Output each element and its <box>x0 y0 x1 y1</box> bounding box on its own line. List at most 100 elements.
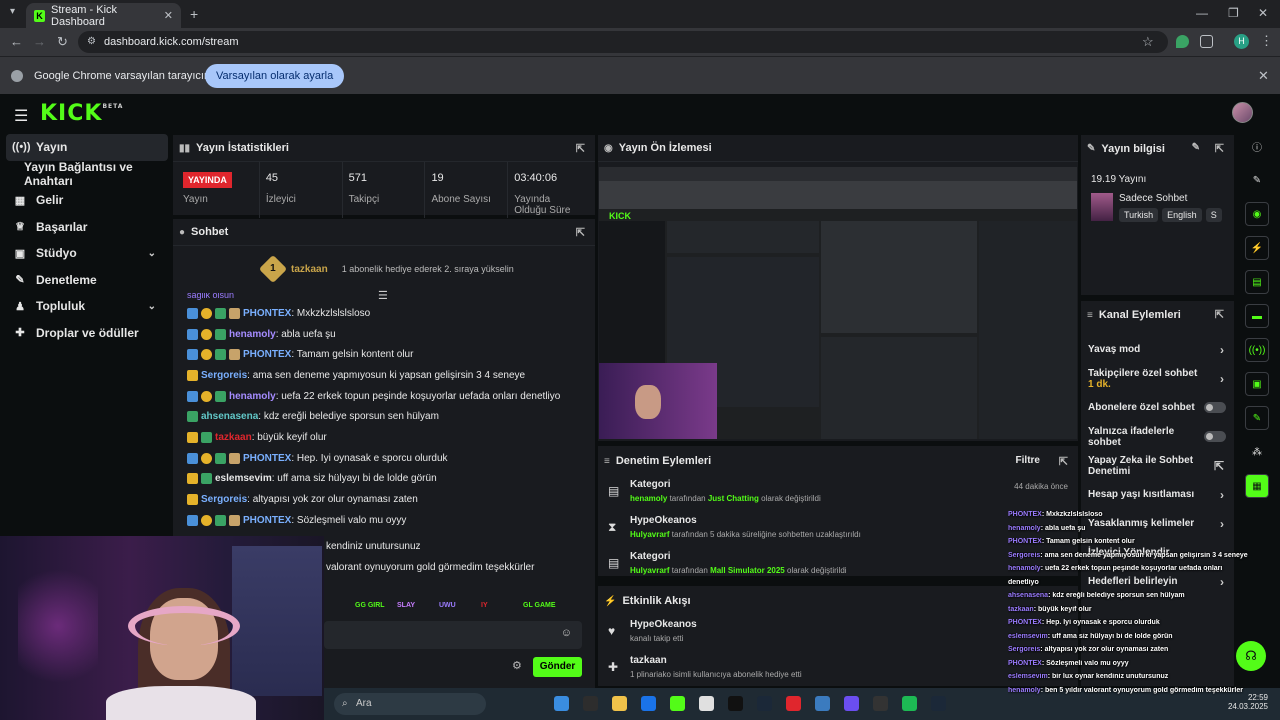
channel-action[interactable]: Takipçilere özel sohbet 1 dk. › <box>1081 364 1234 393</box>
close-infobar-icon[interactable]: ✕ <box>1258 68 1269 84</box>
chat-username[interactable]: henamoly <box>229 329 276 340</box>
new-tab-button[interactable]: + <box>190 6 198 22</box>
popout-icon[interactable]: ⇱ <box>576 226 585 239</box>
sidebar-item[interactable]: ♟ Topluluk ⌄ <box>0 293 170 320</box>
taskbar-app-icon[interactable] <box>902 696 917 711</box>
chevron-down-icon[interactable]: ⌄ <box>148 301 156 312</box>
shield-extension-icon[interactable] <box>1176 35 1189 48</box>
sidebar-item[interactable]: ▣ Stüdyo ⌄ <box>0 240 170 267</box>
apps-icon[interactable]: ⁂ <box>1245 440 1269 464</box>
popout-icon[interactable]: ⇱ <box>576 142 585 155</box>
taskbar-app-icon[interactable] <box>757 696 772 711</box>
channel-action[interactable]: Yapay Zeka ile Sohbet Denetimi ⇱ <box>1081 451 1234 480</box>
chat-username[interactable]: tazkaan <box>215 432 252 443</box>
site-info-icon[interactable]: ⚙ <box>87 31 96 53</box>
chevron-right-icon[interactable]: › <box>1220 372 1224 386</box>
taskbar-app-icon[interactable] <box>931 696 946 711</box>
pencil-icon[interactable]: ✎ <box>1245 168 1269 192</box>
collapse-icon[interactable]: ☰ <box>378 289 388 302</box>
emote-icon[interactable]: SLAY <box>397 602 415 609</box>
send-button[interactable]: Gönder <box>533 657 582 677</box>
tab-search-icon[interactable]: ▾ <box>10 6 15 17</box>
taskbar-app-icon[interactable] <box>612 696 627 711</box>
wrench-toggle-icon[interactable]: ✎ <box>1245 406 1269 430</box>
sidebar-item[interactable]: ✎ Denetleme <box>0 267 170 294</box>
popout-icon[interactable]: ⇱ <box>1215 308 1224 321</box>
emote-icon[interactable]: GL GAME <box>523 602 556 609</box>
sidebar-item[interactable]: Yayın Bağlantısı ve Anahtarı <box>0 160 170 188</box>
event-actor[interactable]: Hulyavrarf <box>630 530 670 539</box>
sidebar-item[interactable]: ▦ Gelir <box>0 187 170 214</box>
extensions-icon[interactable] <box>1200 35 1213 48</box>
preview-toggle-icon[interactable]: ◉ <box>1245 202 1269 226</box>
emote-icon[interactable]: GG GIRL <box>355 602 385 609</box>
bolt-toggle-icon[interactable]: ⚡ <box>1245 236 1269 260</box>
save-toggle-icon[interactable]: ▣ <box>1245 372 1269 396</box>
info-icon[interactable]: ⓘ <box>1245 134 1269 158</box>
taskbar-app-icon[interactable] <box>670 696 685 711</box>
chat-username[interactable]: Sergoreis <box>201 494 247 505</box>
user-avatar[interactable] <box>1232 102 1253 123</box>
popout-icon[interactable]: ⇱ <box>1059 455 1068 468</box>
chat-username[interactable]: ahsenasena <box>201 411 258 422</box>
emoji-icon[interactable]: ☺ <box>561 627 572 639</box>
stream-tag[interactable]: S <box>1205 208 1222 222</box>
event-actor[interactable]: henamoly <box>630 494 667 503</box>
chevron-right-icon[interactable]: › <box>1220 343 1224 357</box>
chat-settings-icon[interactable]: ⚙ <box>512 659 522 672</box>
stream-preview-video[interactable]: KICK <box>599 167 1077 439</box>
minimize-icon[interactable]: — <box>1196 6 1208 20</box>
notes-toggle-icon[interactable]: ▤ <box>1245 270 1269 294</box>
broadcast-toggle-icon[interactable]: ((•)) <box>1245 338 1269 362</box>
taskbar-app-icon[interactable] <box>844 696 859 711</box>
sidebar-item[interactable]: ✚ Droplar ve ödüller <box>0 320 170 347</box>
channel-action[interactable]: Hesap yaşı kısıtlaması › <box>1081 480 1234 509</box>
taskbar-app-icon[interactable] <box>815 696 830 711</box>
layout-icon[interactable]: ▦ <box>1245 474 1269 498</box>
taskbar-app-icon[interactable] <box>699 696 714 711</box>
category-name[interactable]: Sadece Sohbet <box>1119 193 1187 204</box>
hamburger-menu-icon[interactable]: ☰ <box>14 106 28 126</box>
reload-icon[interactable]: ↻ <box>57 34 68 50</box>
emote-icon[interactable]: UWU <box>439 602 456 609</box>
chevron-right-icon[interactable]: › <box>1220 488 1224 502</box>
filter-button[interactable]: Filtre <box>1016 455 1040 466</box>
close-tab-icon[interactable]: ✕ <box>164 9 173 22</box>
chat-username[interactable]: PHONTEX <box>243 308 291 319</box>
set-default-button[interactable]: Varsayılan olarak ayarla <box>205 64 345 88</box>
chat-username[interactable]: PHONTEX <box>243 515 291 526</box>
channel-action[interactable]: Yavaş mod › <box>1081 335 1234 364</box>
toggle-switch[interactable] <box>1204 431 1226 442</box>
kick-logo[interactable]: KICKBETA <box>40 101 123 126</box>
sidebar-item[interactable]: ♕ Başarılar <box>0 214 170 241</box>
event-actor[interactable]: Hulyavrarf <box>630 566 670 575</box>
back-icon[interactable]: ← <box>10 34 23 49</box>
category-thumbnail[interactable] <box>1091 193 1113 221</box>
stream-tag[interactable]: English <box>1162 208 1202 222</box>
close-window-icon[interactable]: ✕ <box>1258 6 1268 20</box>
toggle-switch[interactable] <box>1204 402 1226 413</box>
sidebar-item[interactable]: ((•)) Yayın <box>6 134 168 161</box>
taskbar-search[interactable]: ⌕ Ara <box>334 693 486 715</box>
taskbar-app-icon[interactable] <box>728 696 743 711</box>
edit-icon[interactable]: ✎ <box>1192 142 1200 153</box>
url-bar[interactable]: ⚙ dashboard.kick.com/stream <box>78 31 1168 53</box>
taskbar-app-icon[interactable] <box>554 696 569 711</box>
forward-icon[interactable]: → <box>33 34 46 49</box>
chat-username[interactable]: henamoly <box>229 391 276 402</box>
stream-tag[interactable]: Turkish <box>1119 208 1159 222</box>
emote-icon[interactable]: IY <box>481 602 488 609</box>
taskbar-app-icon[interactable] <box>641 696 656 711</box>
chat-username[interactable]: PHONTEX <box>243 349 291 360</box>
chat-username[interactable]: eslemsevim <box>215 473 272 484</box>
chat-input[interactable]: ☺ <box>324 621 582 649</box>
taskbar-app-icon[interactable] <box>583 696 598 711</box>
bookmark-star-icon[interactable]: ☆ <box>1142 34 1154 50</box>
chrome-menu-icon[interactable]: ⋮ <box>1260 33 1273 49</box>
chat-toggle-icon[interactable]: ▬ <box>1245 304 1269 328</box>
profile-avatar[interactable]: H <box>1234 34 1249 49</box>
taskbar-app-icon[interactable] <box>873 696 888 711</box>
browser-tab[interactable]: K Stream - Kick Dashboard ✕ <box>26 3 181 28</box>
taskbar-app-icon[interactable] <box>786 696 801 711</box>
popout-icon[interactable]: ⇱ <box>1215 142 1224 155</box>
